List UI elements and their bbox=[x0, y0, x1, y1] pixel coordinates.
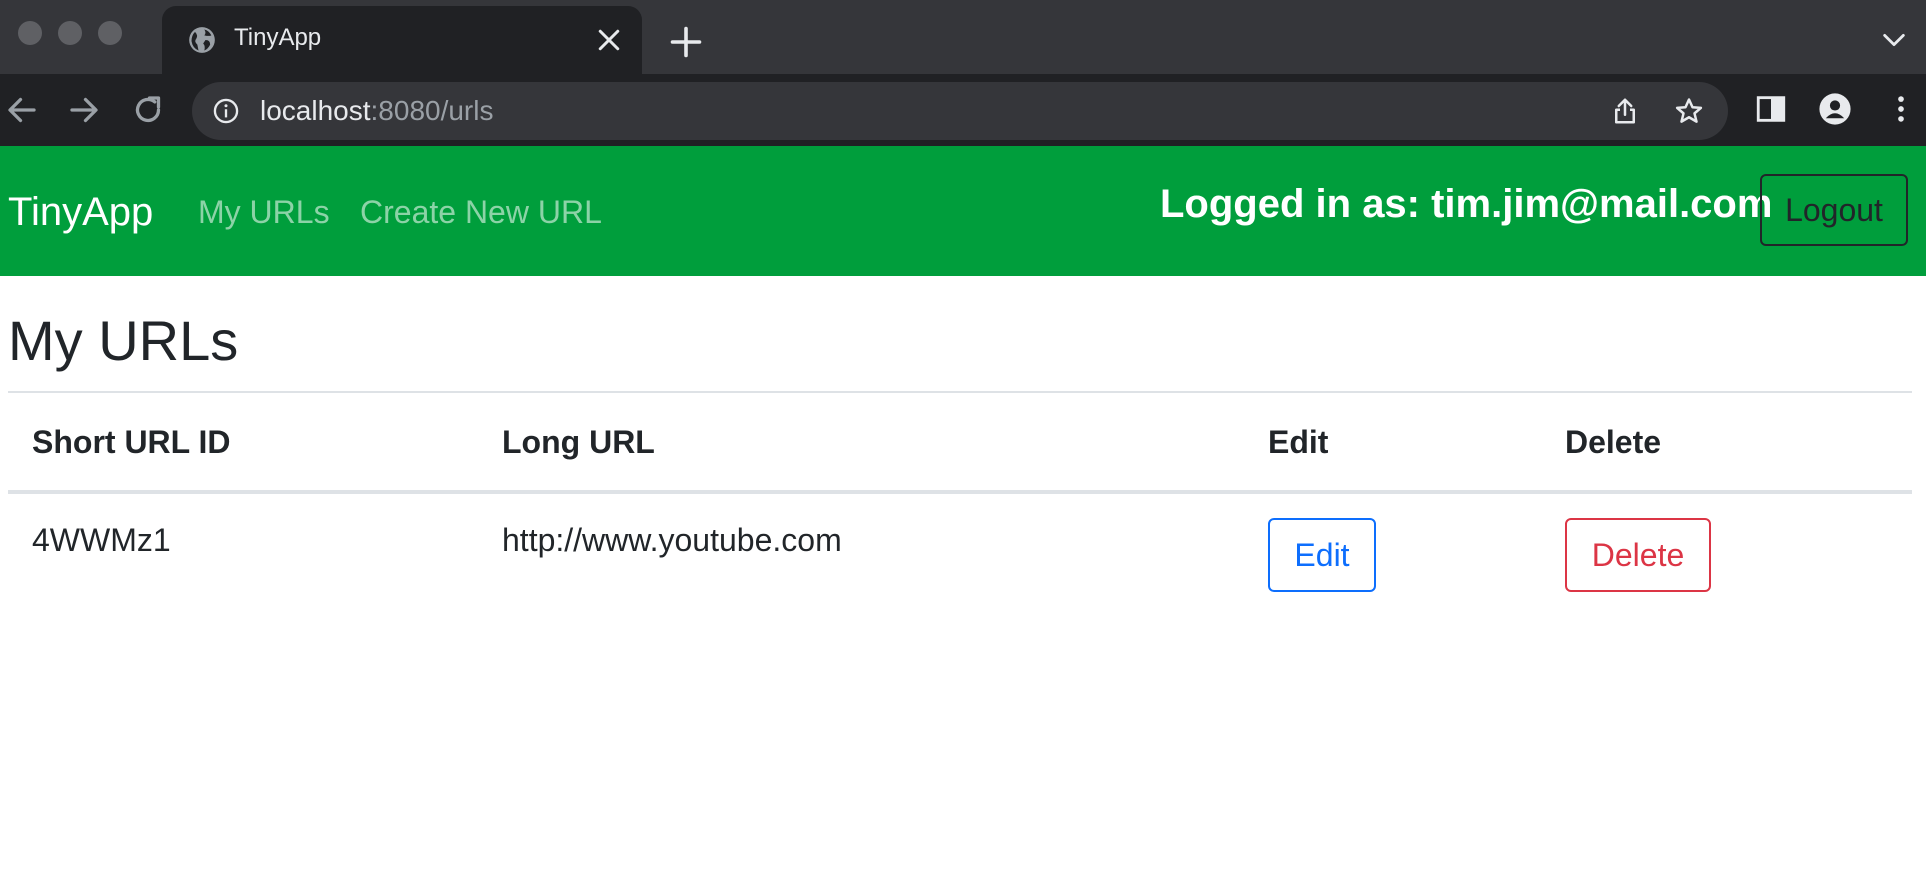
logout-button[interactable]: Logout bbox=[1760, 174, 1908, 246]
back-arrow-icon[interactable] bbox=[4, 92, 40, 128]
edit-button[interactable]: Edit bbox=[1268, 518, 1376, 592]
globe-icon bbox=[189, 27, 215, 53]
share-icon[interactable] bbox=[1610, 96, 1640, 126]
column-header-short-url-id: Short URL ID bbox=[32, 424, 231, 460]
nav-link-my-urls[interactable]: My URLs bbox=[198, 194, 330, 231]
profile-icon[interactable] bbox=[1818, 92, 1852, 126]
address-bar[interactable]: localhost:8080/urls bbox=[192, 82, 1728, 140]
side-panel-icon[interactable] bbox=[1754, 92, 1788, 126]
url-text[interactable]: localhost:8080/urls bbox=[260, 95, 493, 127]
star-icon[interactable] bbox=[1674, 96, 1704, 126]
column-header-delete: Delete bbox=[1565, 424, 1662, 460]
browser-toolbar: localhost:8080/urls bbox=[0, 74, 1926, 146]
delete-button[interactable]: Delete bbox=[1565, 518, 1711, 592]
kebab-menu-icon[interactable] bbox=[1884, 92, 1918, 126]
column-header-long-url: Long URL bbox=[502, 424, 655, 460]
short-url-id-cell: 4WWMz1 bbox=[32, 522, 171, 558]
chevron-down-icon[interactable] bbox=[1880, 26, 1908, 54]
info-icon[interactable] bbox=[212, 97, 240, 125]
brand-logo[interactable]: TinyApp bbox=[8, 190, 153, 235]
column-header-edit: Edit bbox=[1268, 424, 1329, 460]
window-minimize-dot[interactable] bbox=[58, 21, 82, 45]
window-close-dot[interactable] bbox=[18, 21, 42, 45]
tab-title: TinyApp bbox=[234, 24, 322, 51]
long-url-cell: http://www.youtube.com bbox=[502, 522, 842, 558]
logged-in-status: Logged in as: tim.jim@mail.com bbox=[1160, 182, 1773, 226]
window-maximize-dot[interactable] bbox=[98, 21, 122, 45]
url-path: :8080/urls bbox=[370, 95, 494, 126]
reload-icon[interactable] bbox=[130, 92, 166, 128]
forward-arrow-icon[interactable] bbox=[66, 92, 102, 128]
browser-tab-strip: TinyApp bbox=[0, 0, 1926, 74]
browser-tab-active[interactable]: TinyApp bbox=[162, 6, 642, 74]
table-header-divider bbox=[8, 490, 1912, 494]
site-navbar: TinyApp My URLs Create New URL Logged in… bbox=[0, 146, 1926, 276]
plus-icon[interactable] bbox=[668, 24, 704, 60]
title-divider bbox=[8, 391, 1912, 393]
close-icon[interactable] bbox=[594, 25, 624, 55]
nav-link-create-new-url[interactable]: Create New URL bbox=[360, 194, 602, 231]
page-title: My URLs bbox=[8, 309, 239, 372]
url-host: localhost bbox=[260, 95, 371, 126]
